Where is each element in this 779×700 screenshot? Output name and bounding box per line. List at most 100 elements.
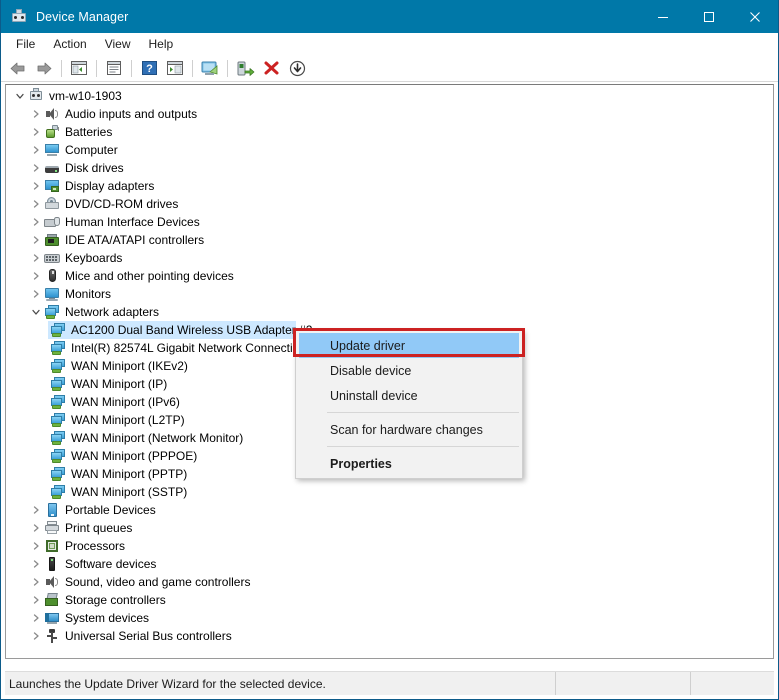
context-menu-item-update-driver[interactable]: Update driver xyxy=(299,333,519,358)
tree-item-ide-ata-atapi-controllers[interactable]: IDE ATA/ATAPI controllers xyxy=(6,231,773,249)
tree-item-label: System devices xyxy=(65,611,150,625)
tree-item-label: Intel(R) 82574L Gigabit Network Connecti… xyxy=(71,341,307,355)
tree-item-software-devices[interactable]: Software devices xyxy=(6,555,773,573)
toolbar-separator xyxy=(131,59,132,77)
chevron-right-icon[interactable] xyxy=(28,520,44,536)
maximize-icon[interactable] xyxy=(686,0,732,33)
tree-item-label: Storage controllers xyxy=(65,593,166,607)
tree-item-label: WAN Miniport (PPTP) xyxy=(71,467,188,481)
tree-item-label: Monitors xyxy=(65,287,112,301)
chevron-right-icon[interactable] xyxy=(28,106,44,122)
menu-action[interactable]: Action xyxy=(44,34,95,54)
tree-item-mice-and-other-pointing-devices[interactable]: Mice and other pointing devices xyxy=(6,267,773,285)
tree-item-label: WAN Miniport (SSTP) xyxy=(71,485,188,499)
tree-item-dvd-cd-rom-drives[interactable]: DVD/CD-ROM drives xyxy=(6,195,773,213)
tree-item-batteries[interactable]: Batteries xyxy=(6,123,773,141)
toolbar: ? xyxy=(1,55,778,82)
tree-item-network-adapters[interactable]: Network adapters xyxy=(6,303,773,321)
tree-item-disk-drives[interactable]: Disk drives xyxy=(6,159,773,177)
tree-item-label: Sound, video and game controllers xyxy=(65,575,251,589)
dvd-drive-icon xyxy=(44,196,60,212)
tree-item-label: DVD/CD-ROM drives xyxy=(65,197,179,211)
menu-view[interactable]: View xyxy=(96,34,140,54)
network-adapter-icon xyxy=(50,466,66,482)
chevron-right-icon[interactable] xyxy=(28,214,44,230)
network-adapter-icon xyxy=(44,304,60,320)
chevron-right-icon[interactable] xyxy=(28,196,44,212)
tree-item-label: Computer xyxy=(65,143,118,157)
chevron-right-icon[interactable] xyxy=(28,142,44,158)
portable-device-icon xyxy=(44,502,60,518)
tree-item-storage-controllers[interactable]: Storage controllers xyxy=(6,591,773,609)
chevron-right-icon[interactable] xyxy=(28,610,44,626)
context-menu-item-uninstall-device[interactable]: Uninstall device xyxy=(296,383,522,408)
tree-item-audio-inputs-and-outputs[interactable]: Audio inputs and outputs xyxy=(6,105,773,123)
minimize-icon[interactable] xyxy=(640,0,686,33)
disk-drive-icon xyxy=(44,160,60,176)
update-driver-icon[interactable] xyxy=(233,57,257,80)
forward-icon[interactable] xyxy=(32,57,56,80)
tree-item-monitors[interactable]: Monitors xyxy=(6,285,773,303)
chevron-right-icon[interactable] xyxy=(28,268,44,284)
system-device-icon xyxy=(44,610,60,626)
properties-icon[interactable] xyxy=(102,57,126,80)
menu-help[interactable]: Help xyxy=(140,34,183,54)
context-menu-separator xyxy=(327,412,519,413)
chevron-down-icon[interactable] xyxy=(12,88,28,104)
show-hide-console-tree-icon[interactable] xyxy=(67,57,91,80)
battery-icon xyxy=(44,124,60,140)
chevron-right-icon[interactable] xyxy=(28,502,44,518)
tree-item-label: WAN Miniport (IKEv2) xyxy=(71,359,188,373)
chevron-right-icon[interactable] xyxy=(28,124,44,140)
uninstall-device-icon[interactable] xyxy=(259,57,283,80)
chevron-right-icon[interactable] xyxy=(28,628,44,644)
chevron-right-icon[interactable] xyxy=(28,286,44,302)
computer-icon xyxy=(44,142,60,158)
network-adapter-icon xyxy=(50,448,66,464)
chevron-down-icon[interactable] xyxy=(28,304,44,320)
toolbar-separator xyxy=(61,59,62,77)
scan-for-hardware-changes-icon[interactable] xyxy=(198,57,222,80)
processor-icon xyxy=(44,538,60,554)
context-menu-item-properties[interactable]: Properties xyxy=(296,451,522,476)
chevron-right-icon[interactable] xyxy=(28,178,44,194)
context-menu-item-disable-device[interactable]: Disable device xyxy=(296,358,522,383)
chevron-right-icon[interactable] xyxy=(28,592,44,608)
speaker-icon xyxy=(44,574,60,590)
tree-item-universal-serial-bus-controllers[interactable]: Universal Serial Bus controllers xyxy=(6,627,773,645)
tree-item-processors[interactable]: Processors xyxy=(6,537,773,555)
tree-item-label: Keyboards xyxy=(65,251,123,265)
tree-item-system-devices[interactable]: System devices xyxy=(6,609,773,627)
tree-item-keyboards[interactable]: Keyboards xyxy=(6,249,773,267)
action-pane-icon[interactable] xyxy=(163,57,187,80)
tree-item-label: Network adapters xyxy=(65,305,160,319)
tree-item-label: WAN Miniport (Network Monitor) xyxy=(71,431,244,445)
chevron-right-icon[interactable] xyxy=(28,556,44,572)
tree-item-label: AC1200 Dual Band Wireless USB Adapter #2 xyxy=(71,323,313,337)
close-icon[interactable] xyxy=(732,0,778,33)
back-icon[interactable] xyxy=(6,57,30,80)
chevron-right-icon[interactable] xyxy=(28,160,44,176)
tree-item-print-queues[interactable]: Print queues xyxy=(6,519,773,537)
chevron-right-icon[interactable] xyxy=(28,250,44,266)
tree-item-portable-devices[interactable]: Portable Devices xyxy=(6,501,773,519)
tree-item-sound-video-and-game-controllers[interactable]: Sound, video and game controllers xyxy=(6,573,773,591)
disable-device-icon[interactable] xyxy=(285,57,309,80)
network-adapter-icon xyxy=(50,412,66,428)
help-icon[interactable]: ? xyxy=(137,57,161,80)
tree-root-item[interactable]: vm-w10-1903 xyxy=(6,87,773,105)
context-menu-item-scan-for-hardware-changes[interactable]: Scan for hardware changes xyxy=(296,417,522,442)
chevron-right-icon[interactable] xyxy=(28,538,44,554)
tree-item-human-interface-devices[interactable]: Human Interface Devices xyxy=(6,213,773,231)
tree-item-display-adapters[interactable]: Display adapters xyxy=(6,177,773,195)
tree-item-label: WAN Miniport (L2TP) xyxy=(71,413,185,427)
tree-item-label: Print queues xyxy=(65,521,133,535)
menu-file[interactable]: File xyxy=(7,34,44,54)
tree-item-wan-miniport-sstp[interactable]: WAN Miniport (SSTP) xyxy=(6,483,773,501)
chevron-right-icon[interactable] xyxy=(28,232,44,248)
context-menu[interactable]: Update driver Disable device Uninstall d… xyxy=(295,330,523,479)
tree-item-computer[interactable]: Computer xyxy=(6,141,773,159)
chevron-right-icon[interactable] xyxy=(28,574,44,590)
toolbar-separator xyxy=(227,59,228,77)
network-adapter-icon xyxy=(50,376,66,392)
